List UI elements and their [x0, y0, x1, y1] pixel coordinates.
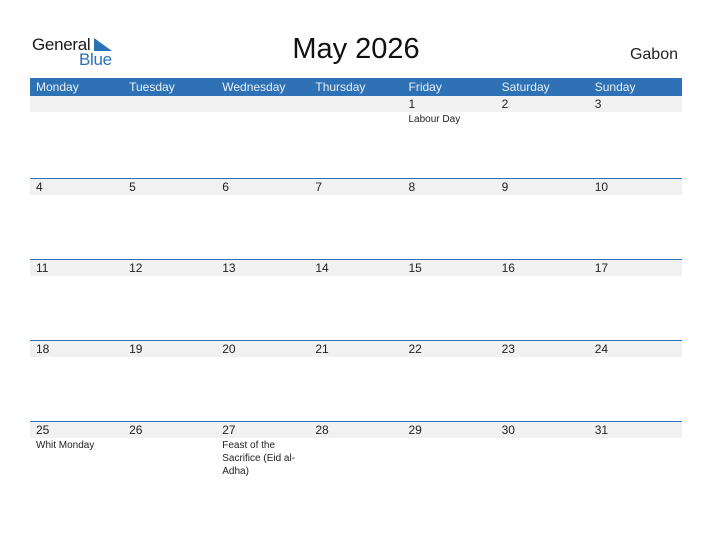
holiday-label: Feast of the Sacrifice (Eid al-Adha)	[222, 440, 296, 477]
weekday-friday: Friday	[408, 80, 442, 94]
day-cell: 4	[30, 179, 123, 196]
day-cell: 10	[589, 179, 682, 196]
day-cell: 12	[123, 260, 216, 277]
day-number: 17	[594, 261, 609, 275]
day-number: 14	[315, 261, 329, 275]
day-number: 27	[222, 423, 236, 437]
day-cell: 21	[309, 341, 402, 358]
day-number: 16	[501, 261, 515, 275]
day-cell: 3	[589, 96, 682, 126]
day-number: 21	[315, 342, 329, 356]
week-row: 1 Labour Day 2 3	[30, 96, 682, 178]
day-number: 10	[594, 180, 609, 194]
day-number: 12	[129, 261, 143, 275]
day-number: 6	[222, 180, 229, 194]
day-cell: 25 Whit Monday	[30, 422, 123, 478]
weekday-thursday: Thursday	[315, 80, 366, 94]
day-cell: 1 Labour Day	[403, 96, 496, 126]
week-row: 25 Whit Monday 26 27 Feast of the Sacrifice …	[30, 421, 682, 502]
day-cell: 22	[403, 341, 496, 358]
day-cell: 2	[496, 96, 589, 126]
holiday-label: Whit Monday	[36, 440, 95, 451]
day-number: 19	[129, 342, 143, 356]
week-row: 11 12 13 14 15 16 17	[30, 259, 682, 340]
week-cells: 4 5 6 7 8 9 10	[30, 179, 682, 196]
day-number: 25	[36, 423, 50, 437]
day-number: 9	[501, 180, 509, 194]
day-cell: 28	[309, 422, 402, 478]
day-cell	[309, 96, 402, 126]
day-number: 22	[408, 342, 422, 356]
day-number: 2	[501, 97, 509, 111]
day-number: 11	[36, 261, 49, 275]
day-cell: 7	[309, 179, 402, 196]
day-cell: 14	[309, 260, 402, 277]
weekday-tuesday: Tuesday	[129, 80, 175, 94]
day-number: 18	[36, 342, 50, 356]
day-number	[129, 96, 216, 112]
day-number	[222, 96, 309, 112]
day-number	[36, 96, 123, 112]
day-number: 23	[501, 342, 515, 356]
day-cell: 20	[216, 341, 309, 358]
calendar-grid: Monday Tuesday Wednesday Thursday Friday…	[30, 78, 682, 502]
day-cell: 8	[403, 179, 496, 196]
day-number: 31	[594, 423, 609, 437]
calendar-title: May 2026	[292, 33, 420, 65]
day-number: 20	[222, 342, 236, 356]
day-number	[315, 96, 402, 112]
weekday-sunday: Sunday	[594, 80, 636, 94]
day-cell: 26	[123, 422, 216, 478]
day-cell: 23	[496, 341, 589, 358]
day-number: 28	[315, 423, 329, 437]
day-number: 13	[222, 261, 236, 275]
week-row: 18 19 20 21 22 23 24	[30, 340, 682, 421]
weekday-wednesday: Wednesday	[222, 80, 286, 94]
week-row: 4 5 6 7 8 9 10	[30, 178, 682, 259]
day-cell: 17	[589, 260, 682, 277]
day-cell: 30	[496, 422, 589, 478]
day-number: 1	[408, 97, 416, 111]
day-cell: 29	[403, 422, 496, 478]
day-cell: 16	[496, 260, 589, 277]
day-cell	[30, 96, 123, 126]
day-number: 7	[315, 180, 323, 194]
day-cell: 9	[496, 179, 589, 196]
day-cell: 13	[216, 260, 309, 277]
day-cell: 27 Feast of the Sacrifice (Eid al-Adha)	[216, 422, 309, 478]
weeks-container: 1 Labour Day 2 3 4 5 6 7 8 9 10 11 12 13 14 15 16 17 18 19 2…	[30, 96, 682, 502]
week-cells: 25 Whit Monday 26 27 Feast of the Sacrifice …	[30, 422, 682, 478]
country-label: Gabon	[629, 46, 678, 63]
weekday-monday: Monday	[36, 80, 79, 94]
weekday-saturday: Saturday	[501, 80, 550, 94]
day-cell: 11	[30, 260, 123, 277]
week-cells: 18 19 20 21 22 23 24	[30, 341, 682, 358]
day-number: 30	[501, 423, 515, 437]
week-cells: 1 Labour Day 2 3	[30, 96, 682, 126]
holiday-label: Labour Day	[408, 114, 461, 125]
day-number: 29	[408, 423, 422, 437]
day-number: 15	[408, 261, 422, 275]
day-cell: 15	[403, 260, 496, 277]
day-number: 26	[129, 423, 143, 437]
week-cells: 11 12 13 14 15 16 17	[30, 260, 682, 277]
day-cell: 19	[123, 341, 216, 358]
day-cell	[216, 96, 309, 126]
day-cell: 5	[123, 179, 216, 196]
day-cell	[123, 96, 216, 126]
day-number: 8	[408, 180, 416, 194]
day-number: 24	[594, 342, 609, 356]
day-number: 3	[594, 97, 602, 111]
day-cell: 24	[589, 341, 682, 358]
day-number: 4	[36, 180, 43, 194]
day-cell: 31	[589, 422, 682, 478]
weekday-header: Monday Tuesday Wednesday Thursday Friday…	[30, 78, 682, 96]
day-cell: 6	[216, 179, 309, 196]
day-cell: 18	[30, 341, 123, 358]
day-number: 5	[129, 180, 136, 194]
